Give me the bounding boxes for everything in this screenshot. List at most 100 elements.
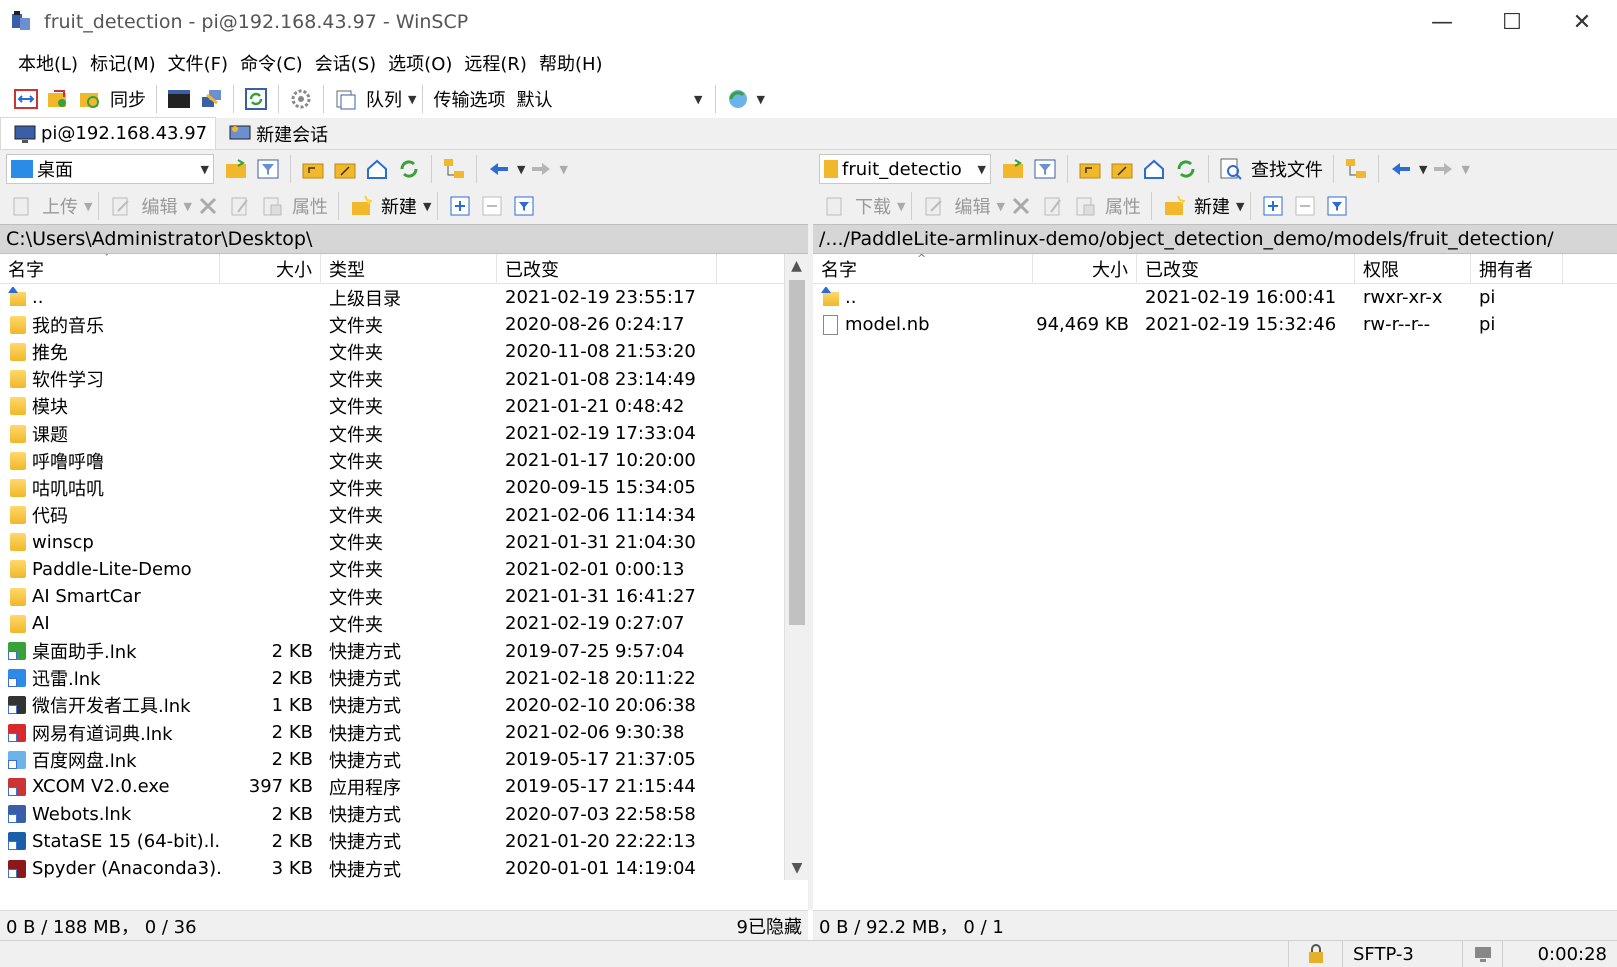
putty-icon[interactable] <box>198 86 224 112</box>
table-row[interactable]: 课题 文件夹 2021-02-19 17:33:04 <box>0 420 808 447</box>
local-vertical-scrollbar[interactable]: ▲ ▼ <box>784 254 808 880</box>
open-folder-icon[interactable] <box>1000 156 1026 182</box>
back-arrow-icon[interactable] <box>486 156 512 182</box>
rename-icon[interactable] <box>227 193 253 219</box>
minimize-button[interactable]: — <box>1407 0 1477 44</box>
queue-button[interactable]: 队列 <box>366 86 402 112</box>
chevron-down-icon[interactable]: ▼ <box>84 200 92 213</box>
hidden-files-count[interactable]: 9已隐藏 <box>737 913 802 939</box>
column-header-changed[interactable]: 已改变 <box>497 254 717 284</box>
chevron-down-icon[interactable]: ▼ <box>756 93 764 106</box>
menu-help[interactable]: 帮助(H) <box>533 50 609 76</box>
menu-commands[interactable]: 命令(C) <box>234 50 309 76</box>
local-path-bar[interactable]: C:\Users\Administrator\Desktop\ <box>0 224 808 254</box>
table-row[interactable]: 代码 文件夹 2021-02-06 11:14:34 <box>0 502 808 529</box>
chevron-down-icon[interactable]: ▼ <box>1461 163 1469 176</box>
queue-dropdown-icon[interactable]: ▼ <box>408 93 416 106</box>
rename-icon[interactable] <box>1040 193 1066 219</box>
forward-arrow-icon[interactable] <box>1430 156 1456 182</box>
unselect-minus-icon[interactable] <box>479 193 505 219</box>
preferences-gear-icon[interactable] <box>288 86 314 112</box>
table-row[interactable]: 网易有道词典.lnk 2 KB 快捷方式 2021-02-06 9:30:38 <box>0 719 808 746</box>
close-button[interactable]: ✕ <box>1547 0 1617 44</box>
table-row[interactable]: AI SmartCar 文件夹 2021-01-31 16:41:27 <box>0 583 808 610</box>
table-row[interactable]: 呼噜呼噜 文件夹 2021-01-17 10:20:00 <box>0 447 808 474</box>
table-row[interactable]: .. 2021-02-19 16:00:41 rwxr-xr-x pi <box>813 284 1617 311</box>
chevron-down-icon[interactable]: ▼ <box>559 163 567 176</box>
compare-directories-icon[interactable] <box>13 86 39 112</box>
edit-button[interactable]: 编辑 <box>141 193 177 219</box>
back-arrow-icon[interactable] <box>1388 156 1414 182</box>
filter-icon[interactable] <box>1032 156 1058 182</box>
refresh-icon[interactable] <box>1173 156 1199 182</box>
table-row[interactable]: AI 文件夹 2021-02-19 0:27:07 <box>0 610 808 637</box>
column-header-owner[interactable]: 拥有者 <box>1471 254 1563 284</box>
chevron-down-icon[interactable]: ▼ <box>423 200 431 213</box>
table-row[interactable]: Paddle-Lite-Demo 文件夹 2021-02-01 0:00:13 <box>0 556 808 583</box>
menu-mark[interactable]: 标记(M) <box>84 50 162 76</box>
open-folder-icon[interactable] <box>223 156 249 182</box>
filter-icon[interactable] <box>255 156 281 182</box>
table-row[interactable]: Webots.lnk 2 KB 快捷方式 2020-07-03 22:58:58 <box>0 801 808 828</box>
transfer-settings-select[interactable]: 默认 ▼ <box>509 84 710 114</box>
remote-path-bar[interactable]: /.../PaddleLite-armlinux-demo/object_det… <box>813 224 1617 254</box>
table-row[interactable]: XCOM V2.0.exe 397 KB 应用程序 2019-05-17 21:15:4… <box>0 773 808 800</box>
tree-view-icon[interactable] <box>441 156 467 182</box>
upload-icon[interactable] <box>9 193 35 219</box>
maximize-button[interactable]: ☐ <box>1477 0 1547 44</box>
parent-directory-icon[interactable] <box>1077 156 1103 182</box>
synchronize-browsing-icon[interactable] <box>45 86 71 112</box>
delete-icon[interactable] <box>195 193 221 219</box>
column-header-changed[interactable]: 已改变 <box>1137 254 1355 284</box>
remote-file-list[interactable]: 名字 ^ 大小 已改变 权限 拥有者 .. 2021-02-19 16:00:41… <box>813 254 1617 880</box>
filter-select-icon[interactable] <box>1324 193 1350 219</box>
select-all-plus-icon[interactable] <box>1260 193 1286 219</box>
table-row[interactable]: 微信开发者工具.lnk 1 KB 快捷方式 2020-02-10 20:06:38 <box>0 692 808 719</box>
column-header-size[interactable]: 大小 <box>1033 254 1137 284</box>
refresh-icon[interactable] <box>396 156 422 182</box>
reconnect-globe-icon[interactable] <box>725 86 751 112</box>
tab-session-active[interactable]: pi@192.168.43.97 <box>0 117 217 149</box>
find-files-icon[interactable] <box>1218 156 1244 182</box>
edit-pencil-icon[interactable] <box>921 193 947 219</box>
forward-arrow-icon[interactable] <box>528 156 554 182</box>
home-icon[interactable] <box>364 156 390 182</box>
root-directory-icon[interactable] <box>1109 156 1135 182</box>
table-row[interactable]: 咕叽咕叽 文件夹 2020-09-15 15:34:05 <box>0 474 808 501</box>
menu-files[interactable]: 文件(F) <box>162 50 234 76</box>
new-button[interactable]: 新建 <box>1194 193 1230 219</box>
remote-location-select[interactable]: fruit_detection ▼ <box>819 154 991 184</box>
chevron-down-icon[interactable]: ▼ <box>1419 163 1427 176</box>
chevron-down-icon[interactable]: ▼ <box>996 200 1004 213</box>
edit-pencil-icon[interactable] <box>108 193 134 219</box>
table-row[interactable]: 我的音乐 文件夹 2020-08-26 0:24:17 <box>0 311 808 338</box>
upload-button[interactable]: 上传 <box>42 193 78 219</box>
menu-remote[interactable]: 远程(R) <box>458 50 533 76</box>
local-location-select[interactable]: 桌面 ▼ <box>6 154 214 184</box>
winscp-app-icon[interactable] <box>10 10 34 34</box>
column-header-type[interactable]: 类型 <box>321 254 497 284</box>
table-row[interactable]: 迅雷.lnk 2 KB 快捷方式 2021-02-18 20:11:22 <box>0 665 808 692</box>
table-row[interactable]: StataSE 15 (64-bit).l... 2 KB 快捷方式 2021-01-… <box>0 828 808 855</box>
table-row[interactable]: 桌面助手.lnk 2 KB 快捷方式 2019-07-25 9:57:04 <box>0 637 808 664</box>
tree-view-icon[interactable] <box>1343 156 1369 182</box>
edit-button[interactable]: 编辑 <box>954 193 990 219</box>
table-row[interactable]: 模块 文件夹 2021-01-21 0:48:42 <box>0 393 808 420</box>
select-all-plus-icon[interactable] <box>447 193 473 219</box>
column-header-name[interactable]: 名字 ˇ <box>0 254 220 284</box>
table-row[interactable]: Spyder (Anaconda3)... 3 KB 快捷方式 2020-01-01 1… <box>0 855 808 880</box>
properties-icon[interactable] <box>1072 193 1098 219</box>
chevron-down-icon[interactable]: ▼ <box>1236 200 1244 213</box>
synchronize-folder-icon[interactable] <box>77 86 103 112</box>
chevron-down-icon[interactable]: ▼ <box>183 200 191 213</box>
table-row[interactable]: model.nb 94,469 KB 2021-02-19 15:32:46 rw-r… <box>813 311 1617 338</box>
queue-icon[interactable] <box>333 86 359 112</box>
synchronize-button[interactable]: 同步 <box>110 86 146 112</box>
table-row[interactable]: 推免 文件夹 2020-11-08 21:53:20 <box>0 338 808 365</box>
chevron-down-icon[interactable]: ▼ <box>517 163 525 176</box>
local-file-list[interactable]: 名字 ˇ 大小 类型 已改变 .. 上级目录 2021-02-19 23:55:17 我… <box>0 254 808 880</box>
new-folder-icon[interactable] <box>348 193 374 219</box>
root-directory-icon[interactable] <box>332 156 358 182</box>
new-button[interactable]: 新建 <box>381 193 417 219</box>
column-header-name[interactable]: 名字 ^ <box>813 254 1033 284</box>
